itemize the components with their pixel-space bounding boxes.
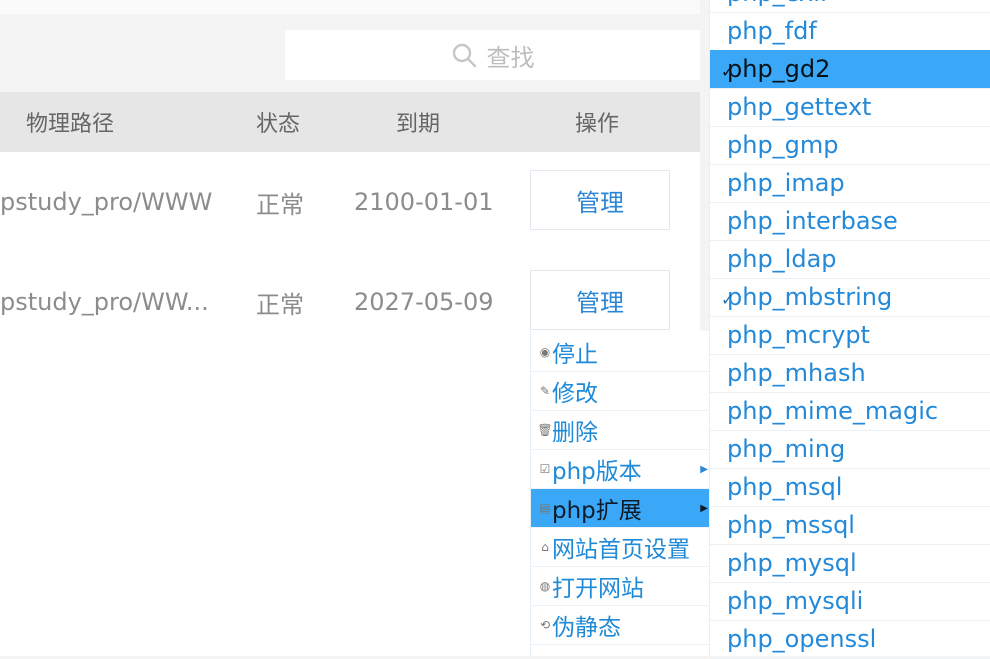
menu-item-stop[interactable]: ◉ 停止 (531, 333, 711, 372)
ext-item[interactable]: php_ming (710, 430, 990, 469)
header-expire: 到期 (396, 112, 441, 137)
ext-item[interactable]: php_mysql (710, 544, 990, 583)
ext-label: php_gmp (727, 131, 839, 159)
ext-label: php_mbstring (727, 283, 893, 311)
ext-item[interactable]: php_ldap (710, 240, 990, 279)
ext-item[interactable]: php_openssl (710, 620, 990, 659)
context-menu: ◉ 停止 ✎ 修改 🗑 删除 ☑ php版本 ▶ ▤ php扩展 ▶ ⌂ 网站首… (530, 331, 711, 656)
menu-item-php-version[interactable]: ☑ php版本 ▶ (531, 450, 711, 489)
version-icon: ☑ (539, 462, 551, 476)
menu-item-label: 修改 (552, 381, 598, 407)
ext-label: php_ming (727, 435, 846, 463)
globe-icon: ◍ (539, 579, 551, 593)
table-row: pstudy_pro/WWW 正常 2100-01-01 管理 (0, 152, 700, 253)
search-icon (452, 43, 476, 68)
ext-label: php_imap (727, 169, 845, 197)
search-input[interactable]: 查找 (285, 30, 700, 80)
ext-label: php_mysql (727, 549, 857, 577)
ext-label: php_interbase (727, 207, 898, 235)
row-status: 正常 (256, 290, 304, 319)
ext-item[interactable]: ✓ php_mbstring (710, 278, 990, 317)
ext-item[interactable]: php_imap (710, 164, 990, 203)
menu-item-php-extension[interactable]: ▤ php扩展 ▶ (531, 489, 711, 528)
ext-label: php_exif (727, 0, 828, 7)
menu-item-edit[interactable]: ✎ 修改 (531, 372, 711, 411)
top-band (0, 0, 700, 14)
menu-item-label: 删除 (552, 420, 598, 446)
menu-item-label: 打开网站 (552, 576, 644, 602)
home-icon: ⌂ (541, 540, 549, 554)
edit-icon: ✎ (539, 384, 551, 398)
menu-item-label: php版本 (552, 459, 642, 485)
ext-label: php_mcrypt (727, 321, 870, 349)
menu-item-rewrite[interactable]: ⟲ 伪静态 (531, 606, 711, 645)
extension-icon: ▤ (539, 501, 551, 515)
manage-button[interactable]: 管理 (530, 270, 670, 330)
menu-item-label: 停止 (552, 342, 598, 368)
ext-label: php_mssql (727, 511, 855, 539)
ext-item[interactable]: php_mcrypt (710, 316, 990, 355)
php-extension-submenu: php_exif php_fdf ✓ php_gd2 php_gettext p… (709, 0, 990, 659)
header-action: 操作 (575, 112, 620, 137)
row-status: 正常 (256, 190, 304, 219)
table-header: 物理路径 状态 到期 操作 (0, 92, 700, 152)
ext-item[interactable]: ✓ php_gd2 (710, 50, 990, 89)
menu-item-open-site[interactable]: ◍ 打开网站 (531, 567, 711, 606)
row-expire: 2027-05-09 (354, 288, 494, 316)
menu-item-delete[interactable]: 🗑 删除 (531, 411, 711, 450)
stop-icon: ◉ (539, 345, 551, 359)
submenu-arrow-icon: ▶ (700, 463, 708, 475)
ext-item[interactable]: php_mhash (710, 354, 990, 393)
ext-item[interactable]: php_gettext (710, 88, 990, 127)
row-path: pstudy_pro/WW... (0, 288, 209, 316)
ext-item[interactable]: php_interbase (710, 202, 990, 241)
ext-label: php_fdf (727, 17, 817, 45)
check-icon: ✓ (721, 290, 735, 309)
ext-item[interactable]: php_mime_magic (710, 392, 990, 431)
ext-label: php_mysqli (727, 587, 864, 615)
manage-button[interactable]: 管理 (530, 170, 670, 230)
search-placeholder: 查找 (486, 43, 535, 72)
header-status: 状态 (256, 112, 301, 137)
ext-item[interactable]: php_mssql (710, 506, 990, 545)
menu-item-label: php扩展 (552, 498, 642, 524)
ext-item[interactable]: php_msql (710, 468, 990, 507)
row-path: pstudy_pro/WWW (0, 188, 213, 216)
trash-icon: 🗑 (537, 423, 553, 437)
ext-label: php_mhash (727, 359, 866, 387)
menu-item-homepage-settings[interactable]: ⌂ 网站首页设置 (531, 528, 711, 567)
menu-item-label: 网站首页设置 (552, 537, 690, 563)
ext-item[interactable]: php_fdf (710, 12, 990, 51)
ext-label: php_msql (727, 473, 843, 501)
ext-label: php_openssl (727, 625, 877, 653)
check-icon: ✓ (721, 62, 735, 81)
header-path: 物理路径 (26, 112, 115, 137)
row-expire: 2100-01-01 (354, 188, 494, 216)
submenu-arrow-icon: ▶ (700, 502, 708, 514)
ext-item[interactable]: php_gmp (710, 126, 990, 165)
menu-item-label: 伪静态 (552, 615, 621, 641)
rewrite-icon: ⟲ (539, 618, 551, 632)
ext-label: php_mime_magic (727, 397, 939, 425)
ext-label: php_ldap (727, 245, 837, 273)
ext-label: php_gd2 (727, 55, 831, 83)
ext-item[interactable]: php_mysqli (710, 582, 990, 621)
ext-label: php_gettext (727, 93, 872, 121)
